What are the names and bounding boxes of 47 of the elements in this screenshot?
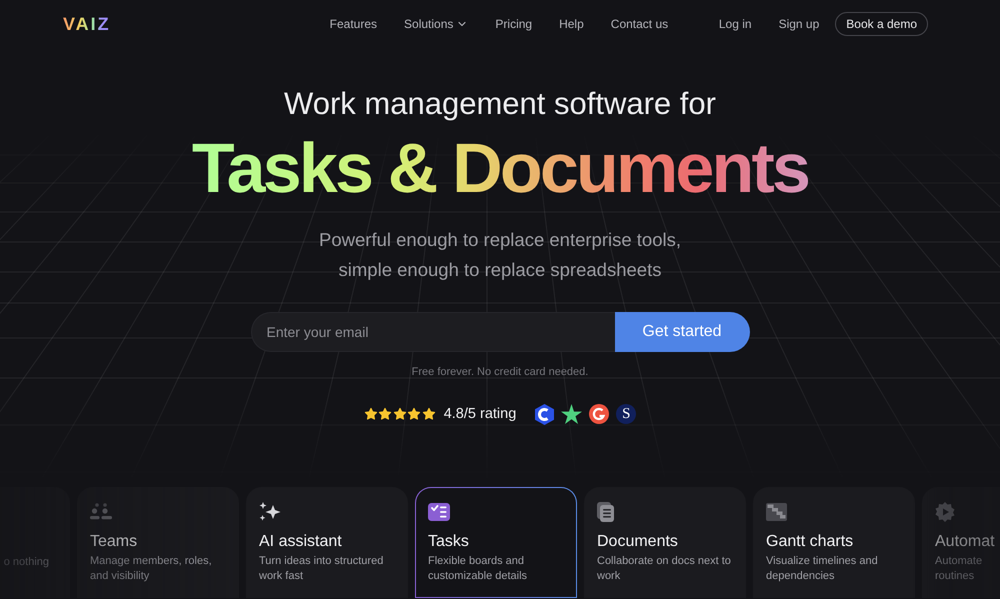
nav-link[interactable]: Features [330, 18, 378, 30]
hero-kicker: Work management software for [284, 85, 716, 123]
star-icon [422, 407, 436, 421]
nav-link[interactable]: Contact us [610, 18, 668, 30]
feature-title: Tasks [428, 532, 470, 552]
gear-play-icon [935, 502, 955, 522]
feature-description: Flexible boards and customizable details [428, 554, 528, 584]
feature-description: Visualize timelines and dependencies [766, 554, 879, 584]
feature-description: Collaborate on docs next to work [597, 554, 732, 584]
logo[interactable]: VAIZ [63, 14, 111, 32]
sparkles-icon [259, 502, 281, 522]
circle-logo-icon [589, 404, 610, 424]
star-icon [378, 407, 392, 421]
feature-card[interactable]: Teams Manage members, roles, and visibility [77, 487, 239, 598]
feature-description: Manage members, roles, and visibility [90, 554, 213, 584]
feature-title: Gantt charts [766, 532, 854, 552]
star-icon [364, 407, 378, 421]
feature-description: Turn ideas into structured work fast [259, 554, 384, 584]
star-icon [561, 404, 582, 424]
feature-card[interactable]: AI assistant Turn ideas into structured work fast [246, 487, 408, 598]
book-demo-button[interactable]: Book a demo [835, 12, 928, 36]
checklist-icon [428, 503, 450, 521]
login-link[interactable]: Log in [718, 18, 752, 30]
hexagon-icon [535, 404, 554, 424]
feature-title: Automat [935, 532, 996, 552]
steps-chart-icon [766, 503, 787, 521]
letter-logo: S [616, 404, 636, 424]
nav-link[interactable]: Pricing [495, 18, 532, 30]
nav-link[interactable]: Solutions [404, 18, 468, 30]
rating-text: 4.8/5 rating [444, 406, 516, 422]
feature-card[interactable]: Tasks Flexible boards and customizable details [415, 487, 577, 598]
hero-subtitle: Powerful enough to replace enterprise tools, simple enough to replace spreadsheets [319, 228, 681, 282]
get-started-button[interactable]: Get started [614, 312, 750, 352]
star-icon [407, 407, 422, 421]
people-icon [90, 503, 112, 521]
email-field[interactable]: Enter your email [250, 312, 614, 352]
feature-card[interactable]: Documents Collaborate on docs next to work [584, 487, 746, 598]
feature-title: Teams [90, 532, 138, 552]
nav-link[interactable]: Help [559, 18, 584, 30]
feature-card[interactable]: Gantt charts Visualize timelines and dependencies [753, 487, 915, 598]
feature-title: AI assistant [259, 532, 343, 552]
feature-title: Documents [597, 532, 679, 552]
signup-link[interactable]: Sign up [778, 18, 820, 30]
star-icon [392, 407, 407, 421]
signup-note: Free forever. No credit card needed. [412, 365, 588, 379]
feature-description: Automate routines [935, 554, 984, 584]
document-icon [597, 502, 614, 522]
